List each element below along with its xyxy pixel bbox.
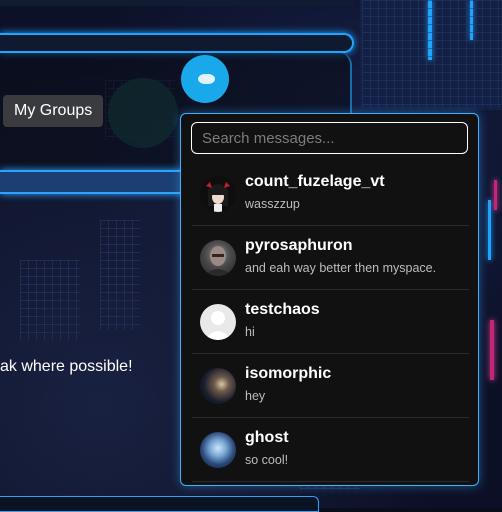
bg-grid xyxy=(100,220,140,330)
messages-toggle-button[interactable] xyxy=(181,55,229,103)
ghost-avatar xyxy=(200,432,236,468)
conversation-list: count_fuzelage_vt wasszzup pyrosaphuron … xyxy=(192,162,469,482)
galaxy-avatar xyxy=(200,368,236,404)
conversation-name: testchaos xyxy=(245,301,320,318)
conversation-preview: so cool! xyxy=(245,453,289,467)
conversation-item[interactable]: ghost so cool! xyxy=(192,418,469,482)
conversation-item[interactable]: isomorphic hey xyxy=(192,354,469,418)
default-user-avatar xyxy=(200,304,236,340)
app-frame-header-bar xyxy=(0,33,354,53)
anime-avatar xyxy=(200,176,236,212)
conversation-item[interactable]: count_fuzelage_vt wasszzup xyxy=(192,162,469,226)
conversation-item[interactable]: testchaos hi xyxy=(192,290,469,354)
app-frame-divider xyxy=(0,170,190,194)
bg-neon-line xyxy=(490,320,494,380)
bg-grid xyxy=(362,0,502,108)
conversation-preview: wasszzup xyxy=(245,197,300,211)
conversation-preview: and eah way better then myspace. xyxy=(245,261,437,275)
conversation-name: ghost xyxy=(245,429,289,446)
conversation-name: pyrosaphuron xyxy=(245,237,353,254)
messages-dropdown: count_fuzelage_vt wasszzup pyrosaphuron … xyxy=(180,113,479,486)
search-messages-input[interactable] xyxy=(191,122,468,154)
page-text: ak where possible! xyxy=(0,358,133,375)
conversation-name: count_fuzelage_vt xyxy=(245,173,385,190)
chat-bubble-icon xyxy=(198,74,212,84)
portrait-avatar xyxy=(200,240,236,276)
my-groups-button[interactable]: My Groups xyxy=(3,95,104,127)
conversation-preview: hey xyxy=(245,389,266,403)
conversation-item[interactable]: pyrosaphuron and eah way better then mys… xyxy=(192,226,469,290)
bg-grid xyxy=(20,260,80,340)
app-frame-top xyxy=(0,0,354,6)
conversation-preview: hi xyxy=(245,325,255,339)
app-frame-footer xyxy=(0,496,319,512)
bg-neon-line xyxy=(488,200,491,260)
conversation-name: isomorphic xyxy=(245,365,332,382)
bg-neon-line xyxy=(494,180,497,210)
